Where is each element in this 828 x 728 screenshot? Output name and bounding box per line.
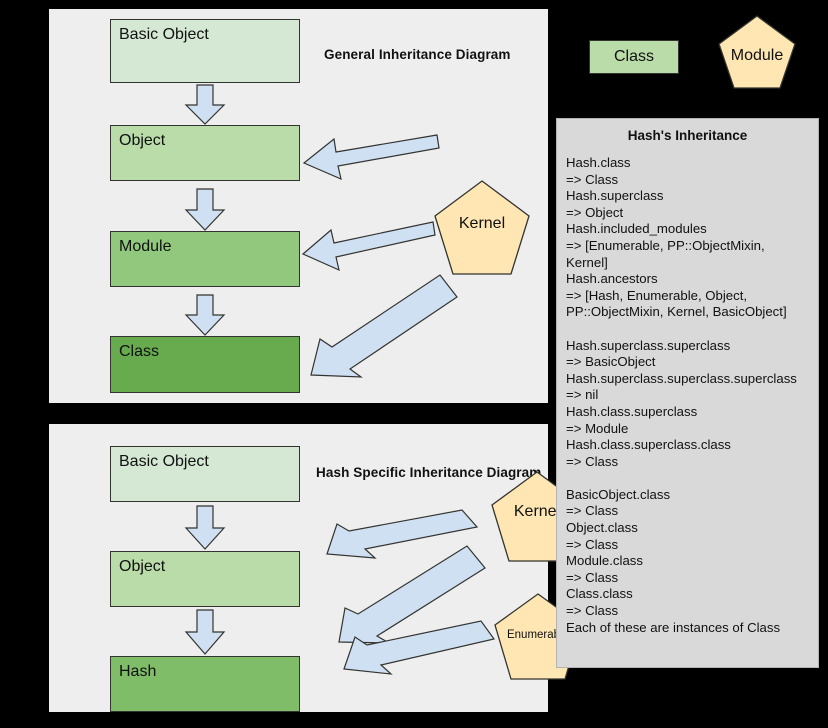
class-box-hash: Hash <box>110 656 300 712</box>
text-panel-title: Hash's Inheritance <box>627 128 748 143</box>
class-box-object: Object <box>110 551 300 607</box>
general-diagram-title: General Inheritance Diagram <box>324 47 511 62</box>
class-box-basic-object: Basic Object <box>110 446 300 502</box>
class-box-module: Module <box>110 231 300 287</box>
class-box-object: Object <box>110 125 300 181</box>
module-include-arrow-3 <box>343 620 496 675</box>
inheritance-down-arrow <box>184 84 226 125</box>
inheritance-down-arrow <box>184 188 226 231</box>
inheritance-down-arrow <box>184 609 226 655</box>
hash-inheritance-panel: Hash Specific Inheritance Diagram Basic … <box>49 424 583 712</box>
general-inheritance-panel: General Inheritance Diagram Basic Object… <box>49 9 548 403</box>
class-box-label: Hash <box>119 663 157 680</box>
module-pentagon-label: Kernel <box>458 215 506 232</box>
legend-class-label: Class <box>613 48 654 65</box>
class-box-class: Class <box>110 336 300 393</box>
class-box-label: Object <box>119 132 166 149</box>
class-box-label: Object <box>119 558 166 575</box>
inheritance-down-arrow <box>184 294 226 336</box>
class-box-label: Module <box>119 238 172 255</box>
hash-inheritance-text-panel: Hash's Inheritance Hash.class => Class H… <box>556 118 819 668</box>
inheritance-down-arrow <box>184 505 226 550</box>
class-box-label: Basic Object <box>119 26 209 43</box>
module-include-arrow-class <box>310 274 458 378</box>
class-box-label: Basic Object <box>119 453 209 470</box>
class-box-label: Class <box>119 343 160 360</box>
legend-module-label: Module <box>730 47 784 64</box>
module-include-arrow-module <box>301 221 436 272</box>
class-box-basic-object: Basic Object <box>110 19 300 83</box>
text-panel-body: Hash.class => Class Hash.superclass => O… <box>566 155 797 635</box>
module-include-arrow-object <box>302 134 440 181</box>
